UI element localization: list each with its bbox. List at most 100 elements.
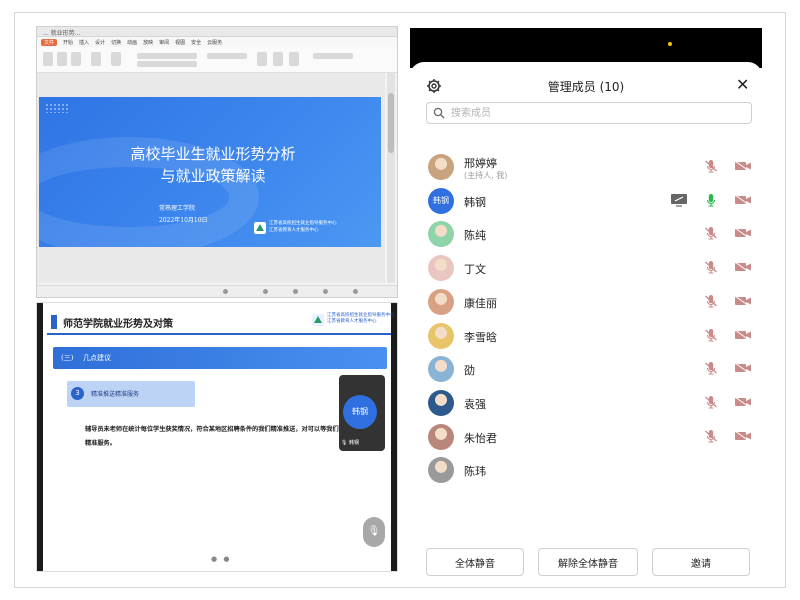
camera-off-icon[interactable] [734,295,752,307]
member-row[interactable]: 陈玮 [410,453,762,487]
member-row[interactable]: 朱怡君 [410,420,762,454]
search-icon [433,107,445,119]
mic-muted-icon[interactable] [703,293,719,309]
menu-item-home[interactable]: 开始 [63,39,73,46]
ribbon-font-select[interactable] [137,53,197,59]
menu-item-cloud[interactable]: 云服务 [207,39,222,46]
camera-off-icon[interactable] [734,160,752,172]
screen-share-icon[interactable] [670,193,688,207]
camera-off-icon[interactable] [734,329,752,341]
member-avatar [428,423,454,450]
section-number: (三) [61,354,74,362]
ribbon-layout-button[interactable] [111,52,121,66]
member-search-input[interactable] [451,105,741,121]
mic-muted-icon[interactable] [703,394,719,410]
status-view-normal-icon[interactable] [263,289,268,294]
ribbon-textbox-button[interactable] [257,52,267,66]
menu-item-review[interactable]: 审阅 [159,39,169,46]
member-name: 邢婷婷 [464,157,497,170]
member-name: 韩钢 [464,195,486,209]
mute-all-button[interactable]: 全体静音 [426,548,524,576]
ribbon-copy-button[interactable] [71,52,81,66]
camera-off-icon[interactable] [734,261,752,273]
member-name: 朱怡君 [464,431,497,445]
wps-presentation-window: ... 就业形势... 文件 开始 插入 设计 切换 动画 放映 审阅 视图 安… [36,26,398,298]
ribbon-format-row[interactable] [137,61,197,67]
camera-off-icon[interactable] [734,396,752,408]
mic-muted-icon[interactable] [703,428,719,444]
mic-muted-icon[interactable] [703,360,719,376]
invite-button[interactable]: 邀请 [652,548,750,576]
member-row[interactable]: 劭 [410,352,762,386]
share-logo-text: 江苏省高校招生就业指导服务中心 江苏省教育人才服务中心 [327,313,395,325]
slide-title-line1: 高校毕业生就业形势分析 [130,145,296,163]
camera-off-icon[interactable] [734,430,752,442]
ribbon-cut-button[interactable] [57,52,67,66]
ribbon-paste-button[interactable] [43,52,53,66]
share-header-mark [51,315,57,329]
menu-item-file[interactable]: 文件 [41,38,58,46]
member-name: 康佳丽 [464,296,497,310]
menu-item-animation[interactable]: 动画 [127,39,137,46]
camera-off-icon[interactable] [734,227,752,239]
subsection-number: 3 [71,387,84,400]
wps-ribbon [37,47,397,73]
member-row[interactable]: 康佳丽 [410,285,762,319]
wps-menubar: 文件 开始 插入 设计 切换 动画 放映 审阅 视图 安全 云服务 [37,37,397,47]
wps-status-bar [37,285,397,297]
menu-item-view[interactable]: 视图 [175,39,185,46]
menu-item-security[interactable]: 安全 [191,39,201,46]
member-avatar [428,221,454,248]
member-search-box[interactable] [426,102,752,124]
slide-dot-pattern [45,103,69,113]
ribbon-find-row[interactable] [313,53,353,59]
speaker-status-name: 韩钢 [348,440,359,446]
share-logo-icon [312,314,324,326]
mic-muted-icon[interactable] [703,259,719,275]
status-notes-icon[interactable] [223,289,228,294]
member-row[interactable]: 韩钢 韩钢 [410,184,762,218]
share-logo-line2: 江苏省教育人才服务中心 [327,319,377,324]
status-zoom-icon[interactable] [353,289,358,294]
wps-vertical-scrollbar[interactable] [387,73,395,283]
menu-item-design[interactable]: 设计 [95,39,105,46]
slide-logo-line2: 江苏省教育人才服务中心 [269,228,319,233]
member-row[interactable]: 袁强 [410,386,762,420]
camera-off-icon[interactable] [734,362,752,374]
mic-muted-icon[interactable] [703,327,719,343]
floating-mic-button[interactable]: 🎙 [363,517,385,547]
subsection-label: 精准推送精准服务 [91,391,140,398]
share-title-rule [47,333,391,335]
share-body-text: 辅导员未老师在统计每位学生获奖情况，符合某地区招聘条件的我们精准推送，对可以等我… [85,426,339,447]
mic-on-icon[interactable] [703,192,719,208]
shared-screen: 师范学院就业形势及对策 江苏省高校招生就业指导服务中心 江苏省教育人才服务中心 … [36,302,398,572]
camera-off-icon[interactable] [734,194,752,206]
mic-muted-icon[interactable] [703,225,719,241]
slide-organization: 常熟理工学院 [159,205,196,212]
wps-scroll-thumb[interactable] [388,93,394,153]
status-view-sorter-icon[interactable] [293,289,298,294]
mic-muted-icon[interactable] [703,158,719,174]
sheet-title: 管理成员 (10) [547,80,625,94]
menu-item-slideshow[interactable]: 放映 [143,39,153,46]
member-avatar [428,154,454,180]
member-row[interactable]: 李雪晗 [410,319,762,353]
title-slide[interactable]: 高校毕业生就业形势分析 与就业政策解读 常熟理工学院 2022年10月10日 江… [39,97,381,247]
speaker-mic-status: 🎙 韩钢 [341,440,359,446]
status-view-reading-icon[interactable] [323,289,328,294]
wps-titlebar: ... 就业形势... [37,27,397,37]
unmute-all-button[interactable]: 解除全体静音 [538,548,638,576]
member-name: 劭 [464,364,475,378]
ribbon-paragraph-row[interactable] [207,53,247,59]
ribbon-new-slide-button[interactable] [91,52,101,66]
member-row[interactable]: 邢婷婷 (主持人, 我) [410,150,762,184]
ribbon-shape-button[interactable] [273,52,283,66]
menu-item-insert[interactable]: 插入 [79,39,89,46]
slide-logo-text: 江苏省高校招生就业指导服务中心 江苏省教育人才服务中心 [269,220,337,234]
close-icon[interactable]: ✕ [736,76,749,94]
ribbon-arrange-button[interactable] [289,52,299,66]
member-row[interactable]: 丁文 [410,251,762,285]
menu-item-transition[interactable]: 切换 [111,39,121,46]
member-row[interactable]: 陈纯 [410,217,762,251]
wps-window-title: ... 就业形势... [43,30,81,37]
